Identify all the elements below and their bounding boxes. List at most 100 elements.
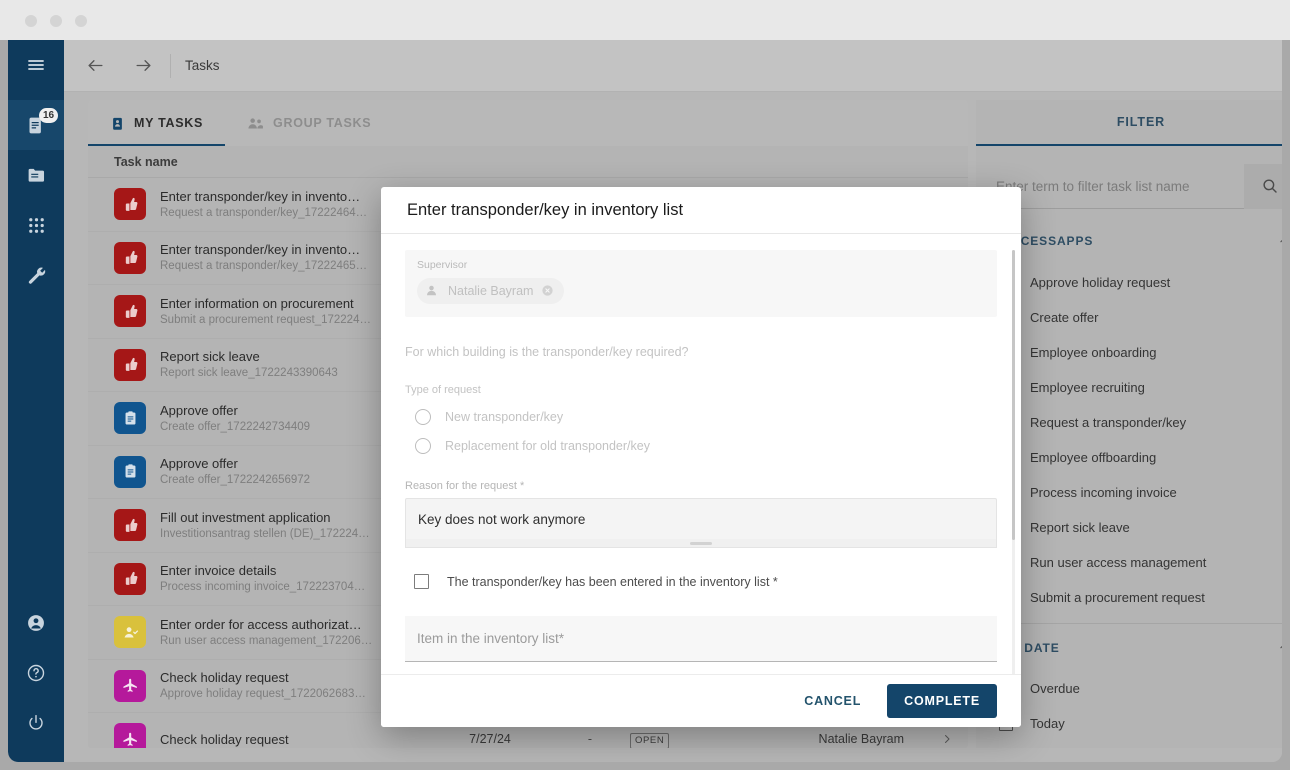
clipboard-icon <box>114 455 146 488</box>
airplane-icon <box>114 669 146 702</box>
power-icon[interactable] <box>8 698 64 748</box>
radio-option-new[interactable]: New transponder/key <box>405 409 997 425</box>
radio-new-transponder[interactable] <box>415 409 431 425</box>
task-owner: Natalie Bayram <box>818 732 904 747</box>
task-due-date: 7/27/24 <box>469 732 511 747</box>
arrow-right-icon[interactable] <box>126 49 160 83</box>
airplane-icon <box>114 723 146 748</box>
dialog-footer: CANCEL COMPLETE <box>381 674 1021 727</box>
top-bar: Tasks <box>64 40 1282 92</box>
left-navigation-rail: 16 <box>8 40 64 762</box>
chevron-up-icon[interactable] <box>1278 639 1282 656</box>
building-question: For which building is the transponder/ke… <box>405 345 689 359</box>
filter-item-label: Run user access management <box>1030 555 1207 570</box>
filter-list-item[interactable]: Employee onboarding2 <box>976 335 1282 370</box>
task-title: Check holiday request <box>160 731 289 747</box>
supervisor-chip[interactable]: Natalie Bayram <box>417 278 565 304</box>
inventory-item-input[interactable]: Item in the inventory list* <box>405 616 997 662</box>
user-check-icon <box>114 616 146 649</box>
filter-item-label: Create offer <box>1030 310 1099 325</box>
toolbar-divider <box>170 53 171 78</box>
supervisor-field: Supervisor Natalie Bayram <box>405 250 997 317</box>
dialog-header: Enter transponder/key in inventory list <box>381 187 1021 234</box>
reason-label: Reason for the request * <box>405 480 525 492</box>
supervisor-label: Supervisor <box>417 259 468 271</box>
filter-list-item[interactable]: Employee recruiting2 <box>976 370 1282 405</box>
filter-item-label: Employee offboarding <box>1030 450 1157 465</box>
desktop: 16 Tasks MY TASKS GROUP TASKS Task name … <box>0 0 1290 770</box>
content-area: MY TASKS GROUP TASKS Task name Enter tra… <box>64 92 1282 762</box>
sidebar-item-apps[interactable] <box>8 200 64 250</box>
hamburger-menu-icon[interactable] <box>8 40 64 90</box>
tab-group-tasks-label: GROUP TASKS <box>273 116 372 130</box>
tab-group-tasks[interactable]: GROUP TASKS <box>225 100 393 146</box>
close-circle-icon[interactable] <box>541 284 555 298</box>
reason-textarea[interactable]: Key does not work anymore <box>405 498 997 539</box>
filter-section-header[interactable]: DUE DATE <box>976 623 1282 671</box>
thumb-icon <box>114 562 146 595</box>
textarea-resize-handle[interactable] <box>405 539 997 548</box>
inventory-item-placeholder: Item in the inventory list* <box>417 631 565 646</box>
inventory-confirm-checkbox-row[interactable]: The transponder/key has been entered in … <box>405 574 997 589</box>
filter-list-item[interactable]: Submit a procurement request1 <box>976 580 1282 615</box>
filter-list-item[interactable]: Create offer2 <box>976 300 1282 335</box>
dialog-title: Enter transponder/key in inventory list <box>407 200 684 219</box>
account-circle-icon[interactable] <box>8 598 64 648</box>
help-circle-icon[interactable] <box>8 648 64 698</box>
tab-my-tasks[interactable]: MY TASKS <box>88 100 226 146</box>
task-priority: - <box>587 732 593 747</box>
page-title: Tasks <box>185 58 220 73</box>
person-icon <box>424 283 440 299</box>
filter-item-label: Approve holiday request <box>1030 275 1171 290</box>
filter-item-label: Overdue <box>1030 681 1080 696</box>
filter-item-label: Submit a procurement request <box>1030 590 1205 605</box>
complete-button[interactable]: COMPLETE <box>887 684 997 718</box>
dialog-scrollbar-thumb[interactable] <box>1012 250 1015 540</box>
radio-replacement-label: Replacement for old transponder/key <box>445 439 650 453</box>
radio-replacement[interactable] <box>415 438 431 454</box>
filter-section-header[interactable]: PROCESSAPPS <box>976 217 1282 265</box>
window-minimize-button[interactable] <box>50 15 62 27</box>
inventory-confirm-checkbox[interactable] <box>414 574 429 589</box>
filter-search-row <box>984 163 1282 209</box>
chevron-right-icon[interactable] <box>940 733 954 745</box>
filter-list-item[interactable]: Request a transponder/key2 <box>976 405 1282 440</box>
sidebar-item-tasks[interactable]: 16 <box>8 100 64 150</box>
filter-sections-container: PROCESSAPPSApprove holiday request2Creat… <box>976 217 1282 741</box>
filter-list-item[interactable]: Run user access management1 <box>976 545 1282 580</box>
window-close-button[interactable] <box>25 15 37 27</box>
task-detail-dialog: Enter transponder/key in inventory list … <box>381 187 1021 727</box>
chevron-up-icon[interactable] <box>1278 233 1282 250</box>
task-tabs: MY TASKS GROUP TASKS <box>88 100 968 146</box>
filter-search-input[interactable] <box>984 178 1244 194</box>
inventory-confirm-label: The transponder/key has been entered in … <box>447 574 778 589</box>
window-zoom-button[interactable] <box>75 15 87 27</box>
application-window: 16 Tasks MY TASKS GROUP TASKS Task name … <box>8 40 1282 762</box>
thumb-icon <box>114 348 146 381</box>
thumb-icon <box>114 509 146 542</box>
filter-list-item[interactable]: Process incoming invoice1 <box>976 475 1282 510</box>
filter-panel: FILTER PROCESSAPPSApprove holiday reques… <box>976 100 1282 748</box>
filter-item-label: Today <box>1030 716 1065 731</box>
sidebar-item-folder[interactable] <box>8 150 64 200</box>
cancel-button[interactable]: CANCEL <box>792 685 873 717</box>
sidebar-item-tools[interactable] <box>8 250 64 300</box>
filter-list-item[interactable]: Overdue0 <box>976 671 1282 706</box>
thumb-icon <box>114 295 146 328</box>
filter-list-item[interactable]: Report sick leave1 <box>976 510 1282 545</box>
status-chip-label: OPEN <box>630 732 670 748</box>
clipboard-icon <box>114 402 146 435</box>
status-badge: OPEN <box>630 730 750 748</box>
arrow-left-icon[interactable] <box>78 49 112 83</box>
filter-list-item[interactable]: Approve holiday request2 <box>976 265 1282 300</box>
search-icon[interactable] <box>1244 163 1282 209</box>
filter-panel-header: FILTER <box>976 100 1282 146</box>
filter-list-item[interactable]: Employee offboarding1 <box>976 440 1282 475</box>
dialog-body: Supervisor Natalie Bayram For which buil… <box>381 234 1021 674</box>
filter-item-label: Employee recruiting <box>1030 380 1145 395</box>
column-task-name: Task name <box>114 154 178 169</box>
radio-option-replacement[interactable]: Replacement for old transponder/key <box>405 438 997 454</box>
reason-value: Key does not work anymore <box>418 511 586 527</box>
filter-list-item[interactable]: Today0 <box>976 706 1282 741</box>
tasks-badge-count: 16 <box>39 108 58 123</box>
